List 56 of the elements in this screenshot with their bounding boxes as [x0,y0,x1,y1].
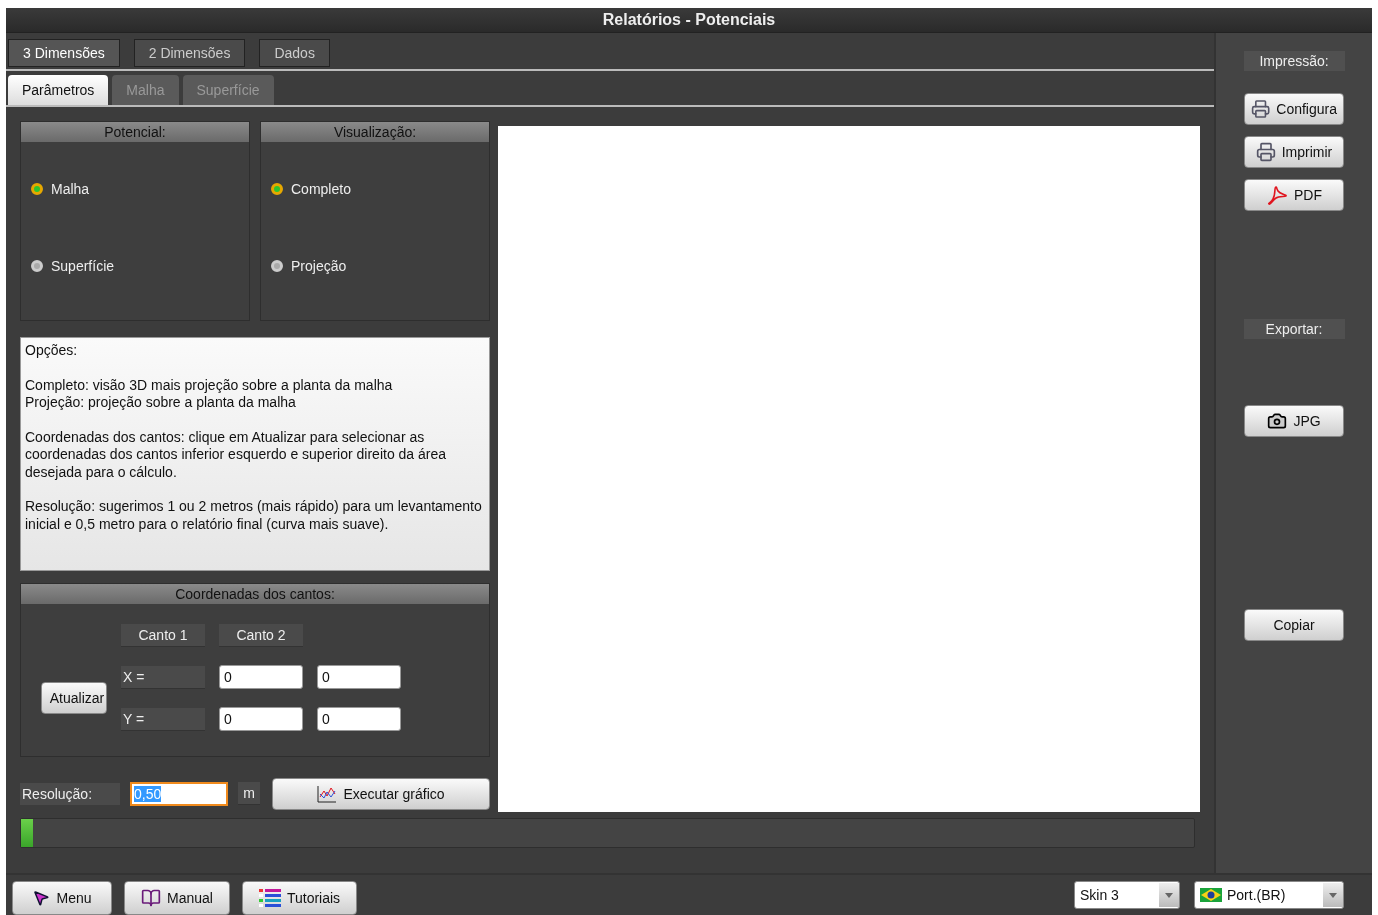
input-field[interactable]: 0 [219,665,303,689]
radio-label: Projeção [291,257,347,274]
refresh-button[interactable]: Atualizar [41,682,107,714]
radio-button[interactable] [31,182,43,195]
input-field[interactable]: 0 [317,665,401,689]
help-text: Coordenadas dos cantos: clique em Atualizar para selecionar as coordenadas dos cantos inferior esquerdo e superior direito da área desejada para o cálculo. [25,428,448,481]
tab[interactable]: 3 Dimensões [8,39,120,67]
input-field[interactable]: 0 [219,707,303,731]
language-select[interactable]: Port.(BR) [1194,881,1344,909]
book-icon [141,888,161,908]
input-field[interactable]: 0 [317,707,401,731]
radio-button[interactable] [271,259,283,272]
unit-label: m [238,782,260,805]
pointer-icon [32,889,51,907]
help-text: Projeção: projeção sobre a planta da malha [25,394,297,412]
skin-select[interactable]: Skin 3 [1074,881,1180,909]
group-header: Visualização: [261,122,489,142]
sidebar-button[interactable]: Configura [1244,93,1344,125]
window-title: Relatórios - Potenciais [602,11,776,29]
printer-icon [1255,142,1276,162]
pdf-icon [1266,185,1288,205]
radio-button[interactable] [271,182,283,195]
tab[interactable]: Parâmetros [8,75,109,105]
help-text: Opções: [25,342,79,360]
tab[interactable]: 2 Dimensões [133,39,246,67]
tab[interactable]: Dados [259,39,330,67]
row-label: Y = [121,707,205,731]
copy-button[interactable]: Copiar [1244,609,1344,641]
toolbar-button[interactable]: Tutoriais [241,881,358,915]
run-button[interactable]: Executar gráfico [272,777,490,810]
list-icon [258,888,281,908]
radio-label: Superfície [51,257,115,274]
line-chart-icon [317,784,338,803]
help-text: Completo: visão 3D mais projeção sobre a planta da malha [25,376,394,394]
printer-icon [1251,99,1271,119]
sidebar-button[interactable]: PDF [1244,179,1344,211]
radio-button[interactable] [31,259,43,272]
column-label: Canto 1 [121,624,205,647]
toolbar-button[interactable]: Manual [124,881,230,915]
select-value: Port.(BR) [1227,887,1286,903]
flag-icon [1200,888,1222,902]
help-text: Resolução: sugerimos 1 ou 2 metros (mais rápido) para um levantamento inicial e 0,5 metro para o relatório final (curva mais suave). [25,498,483,533]
sidebar-button[interactable]: Imprimir [1244,136,1344,168]
field-label: Resolução: [20,782,120,805]
section-label: Exportar: [1243,319,1345,339]
select-value: Skin 3 [1079,887,1120,903]
sidebar-button[interactable]: JPG [1244,405,1344,437]
camera-icon [1267,411,1288,431]
group-header: Potencial: [21,122,249,142]
radio-label: Completo [291,180,351,197]
row-label: X = [121,665,205,689]
radio-label: Malha [51,180,90,197]
toolbar-button[interactable]: Menu [12,881,112,915]
column-label: Canto 2 [219,624,303,647]
section-label: Impressão: [1243,51,1345,71]
group-header: Coordenadas dos cantos: [21,584,489,604]
